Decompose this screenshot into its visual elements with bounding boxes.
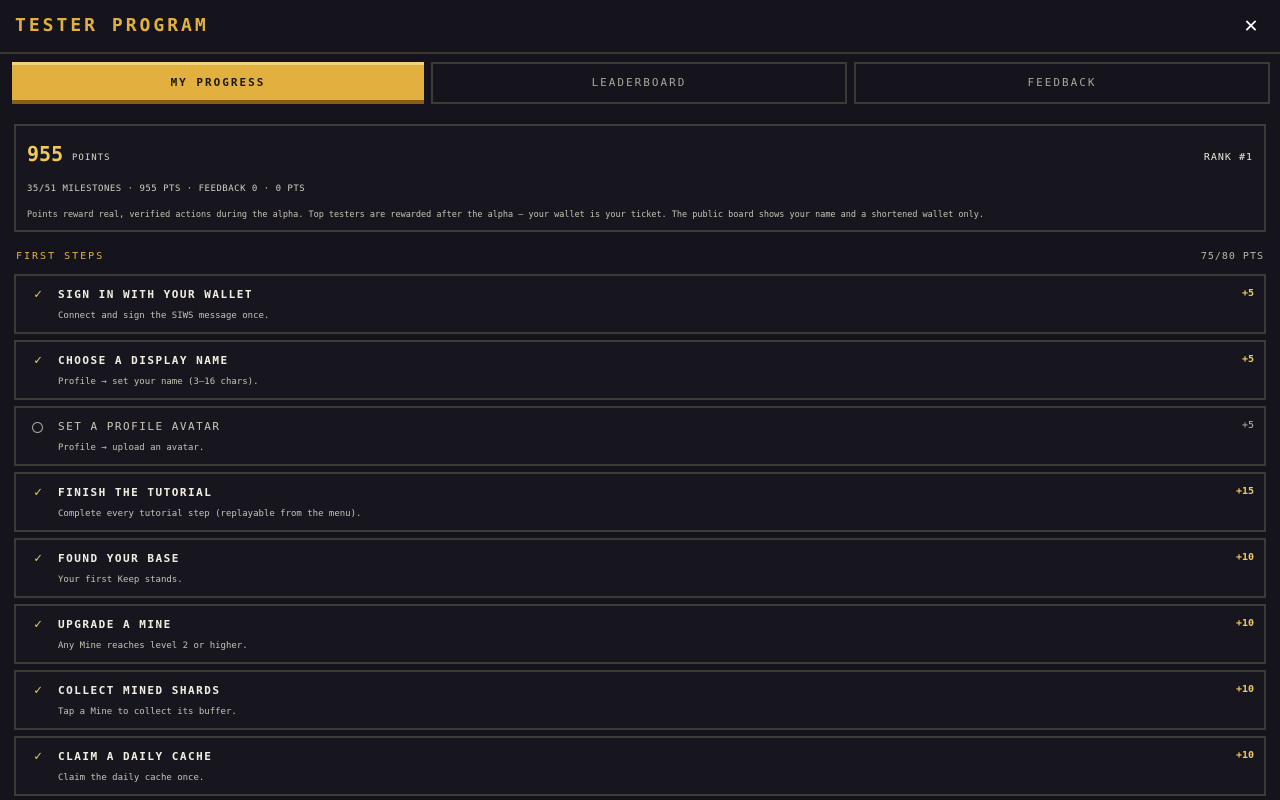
milestone-description: Any Mine reaches level 2 or higher. xyxy=(58,641,248,651)
milestone-item: ✓ FINISH THE TUTORIAL Complete every tut… xyxy=(14,472,1266,532)
milestone-item: ✓ UPGRADE A MINE Any Mine reaches level … xyxy=(14,604,1266,664)
milestone-description: Profile → set your name (3–16 chars). xyxy=(58,377,259,387)
milestone-item: SET A PROFILE AVATAR Profile → upload an… xyxy=(14,406,1266,466)
page-title: TESTER PROGRAM xyxy=(15,15,209,36)
section-header: FIRST STEPS 75/80 PTS xyxy=(16,251,1264,265)
milestone-title: CHOOSE A DISPLAY NAME xyxy=(58,354,229,367)
milestone-description: Your first Keep stands. xyxy=(58,575,183,585)
milestone-item: ✓ CHOOSE A DISPLAY NAME Profile → set yo… xyxy=(14,340,1266,400)
checkmark-icon: ✓ xyxy=(34,485,42,500)
milestone-description: Profile → upload an avatar. xyxy=(58,443,205,453)
milestone-item: ✓ CLAIM A DAILY CACHE Claim the daily ca… xyxy=(14,736,1266,796)
milestone-description: Connect and sign the SIWS message once. xyxy=(58,311,270,321)
milestone-points: +10 xyxy=(1235,750,1254,761)
milestone-stats: 35/51 MILESTONES · 955 PTS · FEEDBACK 0 … xyxy=(27,184,306,194)
milestone-description: Complete every tutorial step (replayable… xyxy=(58,509,362,519)
milestone-title: UPGRADE A MINE xyxy=(58,618,172,631)
milestone-title: FINISH THE TUTORIAL xyxy=(58,486,213,499)
tab-feedback[interactable]: FEEDBACK xyxy=(854,62,1270,104)
milestone-title: SIGN IN WITH YOUR WALLET xyxy=(58,288,253,301)
milestone-list: ✓ SIGN IN WITH YOUR WALLET Connect and s… xyxy=(14,274,1266,800)
milestone-points: +10 xyxy=(1235,618,1254,629)
milestone-points: +5 xyxy=(1241,288,1254,299)
milestone-title: FOUND YOUR BASE xyxy=(58,552,180,565)
progress-summary-card: 955 POINTS RANK #1 35/51 MILESTONES · 95… xyxy=(14,124,1266,232)
milestone-points: +5 xyxy=(1241,354,1254,365)
section-title: FIRST STEPS xyxy=(16,251,105,262)
section-score: 75/80 PTS xyxy=(1200,251,1264,262)
milestone-description: Claim the daily cache once. xyxy=(58,773,205,783)
milestone-item: ✓ FOUND YOUR BASE Your first Keep stands… xyxy=(14,538,1266,598)
tab-bar: MY PROGRESS LEADERBOARD FEEDBACK xyxy=(12,62,1270,104)
points-label: POINTS xyxy=(72,153,111,163)
tab-my-progress[interactable]: MY PROGRESS xyxy=(12,62,424,104)
checkmark-icon: ✓ xyxy=(34,353,42,368)
milestone-item: ✓ SIGN IN WITH YOUR WALLET Connect and s… xyxy=(14,274,1266,334)
milestone-title: COLLECT MINED SHARDS xyxy=(58,684,221,697)
empty-circle-icon xyxy=(32,422,43,433)
checkmark-icon: ✓ xyxy=(34,683,42,698)
modal-header: TESTER PROGRAM ✕ xyxy=(0,0,1280,54)
program-description: Points reward real, verified actions dur… xyxy=(27,210,984,220)
milestone-points: +10 xyxy=(1235,684,1254,695)
tab-leaderboard[interactable]: LEADERBOARD xyxy=(431,62,847,104)
milestone-points: +5 xyxy=(1241,420,1254,431)
checkmark-icon: ✓ xyxy=(34,749,42,764)
points-value: 955 xyxy=(27,142,64,166)
checkmark-icon: ✓ xyxy=(34,551,42,566)
checkmark-icon: ✓ xyxy=(34,287,42,302)
milestone-item: ✓ COLLECT MINED SHARDS Tap a Mine to col… xyxy=(14,670,1266,730)
checkmark-icon: ✓ xyxy=(34,617,42,632)
milestone-title: CLAIM A DAILY CACHE xyxy=(58,750,213,763)
milestone-title: SET A PROFILE AVATAR xyxy=(58,420,221,433)
milestone-description: Tap a Mine to collect its buffer. xyxy=(58,707,237,717)
milestone-points: +15 xyxy=(1235,486,1254,497)
milestone-points: +10 xyxy=(1235,552,1254,563)
rank-badge: RANK #1 xyxy=(1203,152,1253,163)
close-icon[interactable]: ✕ xyxy=(1238,13,1264,39)
